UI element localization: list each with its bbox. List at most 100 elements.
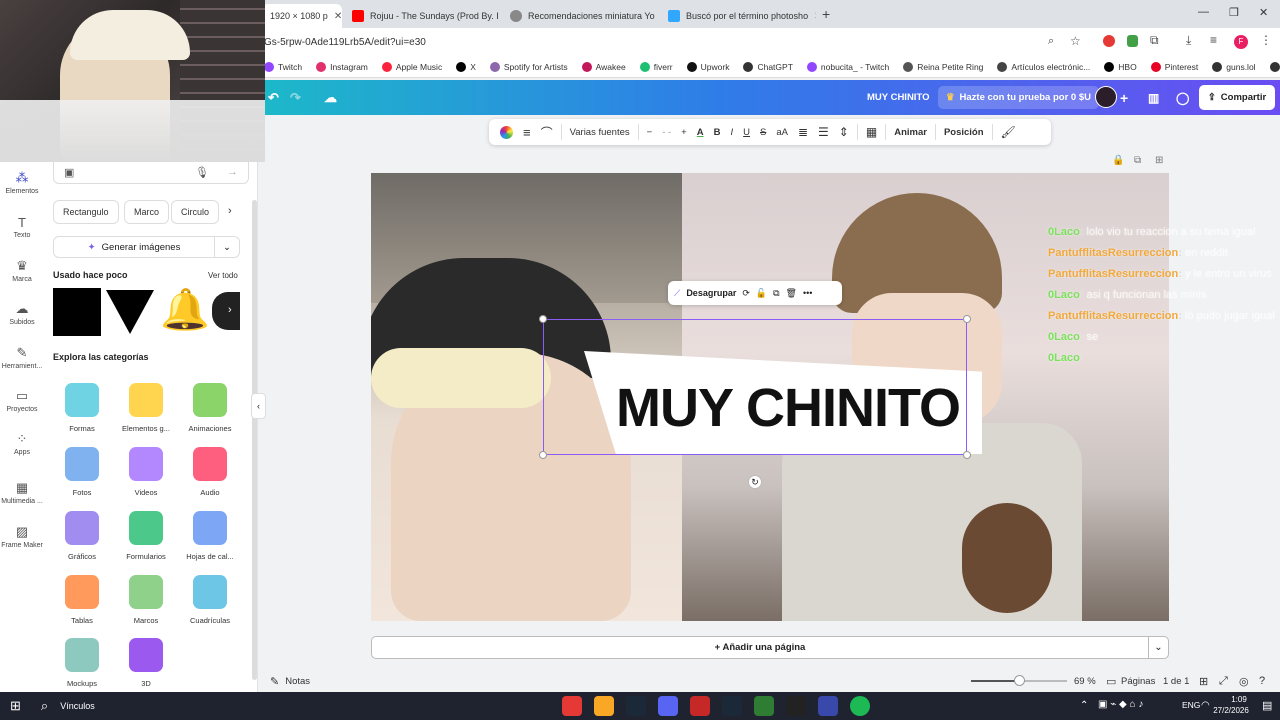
redo-icon[interactable]: ↷ (290, 80, 301, 115)
rail-item-multimedia[interactable]: ▦ Multimedia ... (0, 480, 44, 505)
bookmark-item[interactable]: Reina Petite Ring (903, 61, 983, 72)
collapse-panel-button[interactable]: ‹ (251, 393, 266, 419)
game-icon[interactable] (690, 696, 710, 716)
image-search-icon[interactable]: ▣ (64, 166, 74, 179)
recent-shape-partial[interactable] (212, 292, 240, 330)
trash-icon[interactable]: 🗑 (786, 288, 797, 299)
obs-icon[interactable] (786, 696, 806, 716)
category-item[interactable]: Fotos (51, 447, 113, 497)
bookmark-item[interactable]: Instagram (316, 61, 368, 72)
bookmark-item[interactable]: guns.lol (1212, 61, 1256, 72)
discord-icon[interactable] (658, 696, 678, 716)
chip-marco[interactable]: Marco (124, 200, 170, 224)
search-bar[interactable]: ▣ 🎙 → (53, 162, 249, 184)
align-icon[interactable]: ≣ (793, 119, 813, 145)
category-item[interactable]: Hojas de cal... (179, 511, 241, 561)
restore-icon[interactable]: ❐ (1229, 6, 1239, 19)
resize-handle[interactable] (963, 451, 971, 459)
zoom-search-icon[interactable]: ⌕ (1048, 35, 1054, 48)
tray-icons[interactable]: ▣ ⌁ ◆ ⌂ ♪ (1098, 699, 1143, 710)
bookmark-item[interactable]: nobucita_ - Twitch (806, 61, 889, 72)
panel-scrollbar[interactable] (252, 200, 257, 680)
green-app-icon[interactable] (754, 696, 774, 716)
chevron-right-icon[interactable]: › (228, 205, 232, 217)
color-icon[interactable] (495, 119, 518, 145)
folder-icon[interactable] (594, 696, 614, 716)
chevron-right-icon[interactable]: › (228, 304, 232, 316)
transparency-icon[interactable]: ▦ (861, 119, 882, 145)
bookmark-item[interactable]: ChatGPT (743, 61, 793, 72)
ungroup-button[interactable]: Desagrupar (686, 288, 736, 298)
bookmark-item[interactable]: Awakee (581, 61, 626, 72)
paint-format-icon[interactable]: 🖌 (996, 119, 1021, 145)
chip-rectangulo[interactable]: Rectangulo (53, 200, 119, 224)
chip-circulo[interactable]: Circulo (171, 200, 220, 224)
browser-tab-youtube[interactable]: Rojuu - The Sundays (Prod By. I ✕ (344, 4, 499, 28)
generate-images-button[interactable]: ✦ Generar imágenes ⌄ (53, 236, 240, 258)
more-icon[interactable]: ••• (803, 288, 812, 298)
browser-tab-photoshop[interactable]: Buscó por el término photosho ✕ (660, 4, 816, 28)
zoom-slider[interactable] (971, 675, 1067, 686)
zoom-value[interactable]: 69 % (1074, 676, 1096, 687)
bell-icon[interactable]: 🔔 (160, 286, 210, 334)
italic-icon[interactable]: I (725, 119, 738, 145)
category-item[interactable]: Elementos g... (115, 383, 177, 433)
rail-item-folder[interactable]: ▭ Proyectos (0, 388, 44, 413)
category-item[interactable]: Audio (179, 447, 241, 497)
resize-handle[interactable] (963, 315, 971, 323)
arrow-right-icon[interactable]: → (227, 166, 238, 179)
shield-icon[interactable] (1127, 35, 1138, 47)
strikethrough-icon[interactable]: S (755, 119, 771, 145)
spacing-icon[interactable]: ⇕ (834, 119, 854, 145)
bookmark-item[interactable]: Pinterest (1150, 61, 1198, 72)
pages-button[interactable]: Páginas (1121, 676, 1155, 687)
puzzle-icon[interactable]: ⧉ (1150, 33, 1159, 48)
notes-button[interactable]: Notas (285, 676, 310, 687)
grid-view-icon[interactable]: ⊞ (1199, 675, 1208, 688)
notes-icon[interactable]: ✎ (270, 675, 279, 688)
clock-time[interactable]: 1:09 (1222, 695, 1256, 704)
rail-item-frame-maker[interactable]: ▨ Frame Maker (0, 524, 44, 549)
lock-icon[interactable]: 🔒 (1112, 155, 1124, 166)
resize-handle[interactable] (539, 315, 547, 323)
font-size-value[interactable]: - - (657, 119, 676, 145)
cloud-saved-icon[interactable]: ☁ (324, 80, 337, 115)
rail-item-tools[interactable]: ✎ Herramient... (0, 345, 44, 370)
rail-item-brand[interactable]: ♛ Marca (0, 258, 44, 283)
category-item[interactable]: Videos (115, 447, 177, 497)
underline-icon[interactable]: U (738, 119, 755, 145)
clock-date[interactable]: 27/2/2026 (1206, 706, 1256, 715)
rail-item-text[interactable]: T Texto (0, 215, 44, 239)
curve-icon[interactable]: ⌒ (536, 119, 558, 145)
category-item[interactable]: Animaciones (179, 383, 241, 433)
close-icon[interactable]: ✕ (814, 11, 816, 22)
trial-button[interactable]: ♛ Hazte con tu prueba por 0 $U (938, 86, 1099, 109)
chevron-down-icon[interactable]: ⌄ (1148, 637, 1168, 658)
bookmark-item[interactable]: Spotify for Artists (489, 61, 568, 72)
help-icon[interactable]: ? (1259, 675, 1265, 687)
font-size-plus-button[interactable]: + (676, 119, 692, 145)
bookmark-item[interactable]: Upwork (686, 61, 729, 72)
category-item[interactable]: Formas (51, 383, 113, 433)
windows-start-icon[interactable]: ⊞ (10, 698, 21, 714)
category-item[interactable]: Gráficos (51, 511, 113, 561)
add-page-button[interactable]: + Añadir una página ⌄ (371, 636, 1169, 659)
rotate-icon[interactable]: ↻ (748, 475, 762, 489)
comment-icon[interactable]: ◯ (1176, 80, 1189, 115)
bold-icon[interactable]: B (709, 119, 726, 145)
download-icon[interactable]: ⤓ (1186, 33, 1191, 48)
category-item[interactable]: 3D (115, 638, 177, 688)
notification-icon[interactable]: ▤ (1262, 699, 1272, 712)
bookmark-item[interactable]: HBO (1104, 61, 1137, 72)
bookmark-item[interactable]: Twitch (264, 61, 302, 72)
text-color-icon[interactable]: A (692, 119, 709, 145)
profile-avatar[interactable]: F (1234, 35, 1248, 49)
more-menu-icon[interactable]: ⋮ (1260, 33, 1272, 47)
category-item[interactable]: Formularios (115, 511, 177, 561)
category-item[interactable]: Cuadrículas (179, 575, 241, 625)
duplicate-icon[interactable]: ⧉ (1134, 155, 1141, 166)
star-icon[interactable]: ☆ (1070, 34, 1081, 48)
pages-icon[interactable]: ▭ (1106, 675, 1116, 688)
see-all-link[interactable]: Ver todo (208, 271, 238, 280)
position-button[interactable]: Posición (939, 119, 989, 145)
